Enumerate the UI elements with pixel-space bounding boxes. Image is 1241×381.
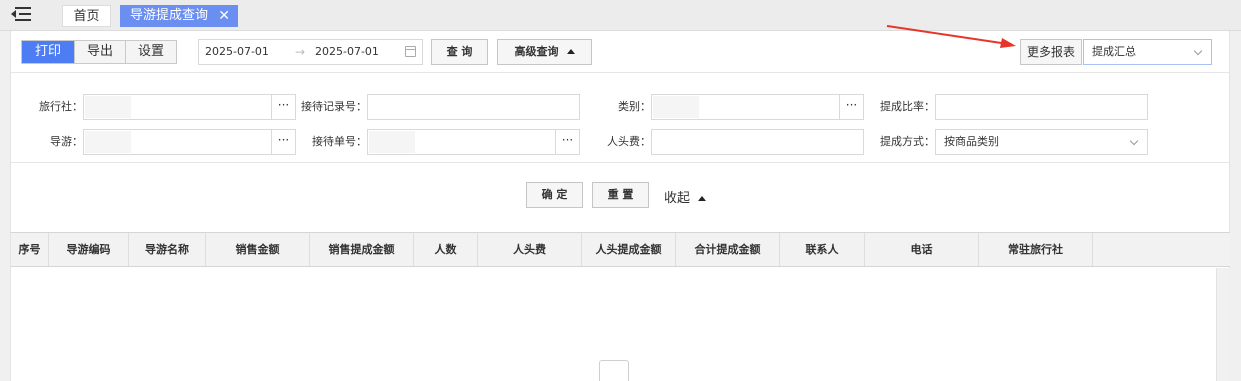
agency-lookup-button[interactable]: ··· bbox=[271, 95, 295, 119]
reception-order-field[interactable]: ··· bbox=[367, 129, 580, 155]
column-header[interactable]: 常驻旅行社 bbox=[979, 233, 1093, 266]
tab-home[interactable]: 首页 bbox=[62, 5, 111, 27]
reception-record-input[interactable] bbox=[367, 94, 580, 120]
filter-divider bbox=[11, 162, 1230, 163]
commission-rate-input[interactable] bbox=[935, 94, 1148, 120]
caret-up-icon bbox=[698, 196, 707, 201]
chevron-down-icon bbox=[1193, 46, 1203, 56]
collapse-label: 收起 bbox=[664, 191, 691, 206]
guide-label: 导游： bbox=[50, 135, 83, 148]
end-date[interactable]: 2025-07-01 bbox=[315, 40, 379, 64]
column-header[interactable]: 人头费 bbox=[478, 233, 582, 266]
vertical-scrollbar[interactable] bbox=[1216, 268, 1230, 381]
commission-method-select[interactable]: 按商品类别 bbox=[935, 129, 1148, 155]
toolbar-divider bbox=[11, 72, 1230, 73]
report-type-select[interactable]: 提成汇总 bbox=[1083, 39, 1212, 65]
category-lookup-button[interactable]: ··· bbox=[839, 95, 863, 119]
guide-lookup-button[interactable]: ··· bbox=[271, 130, 295, 154]
table-header: 序号 导游编码 导游名称 销售金额 销售提成金额 人数 人头费 人头提成金额 合… bbox=[11, 232, 1230, 267]
column-header[interactable]: 合计提成金额 bbox=[676, 233, 780, 266]
reception-record-label: 接待记录号： bbox=[301, 100, 367, 113]
advanced-query-label: 高级查询 bbox=[514, 45, 559, 58]
empty-box-icon bbox=[599, 360, 629, 381]
confirm-button[interactable]: 确 定 bbox=[526, 182, 583, 208]
top-bar: 首页 导游提成查询 ✕ bbox=[0, 0, 1241, 31]
column-header[interactable]: 序号 bbox=[11, 233, 49, 266]
collapse-toggle[interactable]: 收起 bbox=[664, 187, 707, 206]
reception-order-lookup-button[interactable]: ··· bbox=[555, 130, 579, 154]
calendar-icon[interactable] bbox=[405, 46, 416, 57]
tab-label: 导游提成查询 bbox=[130, 8, 209, 23]
commission-method-label: 提成方式： bbox=[880, 135, 935, 148]
print-button[interactable]: 打印 bbox=[22, 41, 76, 63]
column-header[interactable]: 导游名称 bbox=[129, 233, 206, 266]
column-header[interactable]: 人头提成金额 bbox=[582, 233, 676, 266]
reception-order-label: 接待单号： bbox=[312, 135, 367, 148]
tab-guide-commission-query[interactable]: 导游提成查询 ✕ bbox=[120, 5, 238, 27]
menu-collapse-icon[interactable] bbox=[11, 6, 33, 24]
advanced-query-button[interactable]: 高级查询 bbox=[497, 39, 592, 65]
main-panel: 打印 导出 设置 2025-07-01 → 2025-07-01 查 询 高级查… bbox=[10, 31, 1230, 381]
column-header[interactable]: 销售金额 bbox=[206, 233, 310, 266]
start-date[interactable]: 2025-07-01 bbox=[205, 40, 269, 64]
column-header[interactable]: 销售提成金额 bbox=[310, 233, 414, 266]
agency-field[interactable]: ··· bbox=[83, 94, 296, 120]
action-button-group: 打印 导出 设置 bbox=[21, 40, 178, 64]
export-button[interactable]: 导出 bbox=[75, 41, 127, 63]
chevron-down-icon bbox=[1129, 136, 1139, 146]
per-head-fee-input[interactable] bbox=[651, 129, 864, 155]
column-header[interactable]: 电话 bbox=[865, 233, 979, 266]
caret-up-icon bbox=[566, 49, 575, 54]
category-field[interactable]: ··· bbox=[651, 94, 864, 120]
reset-button[interactable]: 重 置 bbox=[592, 182, 649, 208]
settings-button[interactable]: 设置 bbox=[126, 41, 177, 63]
close-icon[interactable]: ✕ bbox=[218, 5, 230, 27]
column-header[interactable]: 联系人 bbox=[780, 233, 865, 266]
report-type-value: 提成汇总 bbox=[1092, 45, 1136, 58]
date-range-picker[interactable]: 2025-07-01 → 2025-07-01 bbox=[198, 39, 423, 65]
per-head-fee-label: 人头费： bbox=[607, 135, 651, 148]
more-reports-button[interactable]: 更多报表 bbox=[1020, 39, 1082, 65]
column-header[interactable]: 人数 bbox=[414, 233, 478, 266]
agency-label: 旅行社： bbox=[39, 100, 83, 113]
commission-rate-label: 提成比率： bbox=[880, 100, 935, 113]
guide-field[interactable]: ··· bbox=[83, 129, 296, 155]
category-label: 类别： bbox=[618, 100, 651, 113]
column-header[interactable]: 导游编码 bbox=[49, 233, 129, 266]
query-button[interactable]: 查 询 bbox=[431, 39, 488, 65]
commission-method-value: 按商品类别 bbox=[944, 135, 999, 148]
date-separator-arrow: → bbox=[295, 45, 306, 59]
